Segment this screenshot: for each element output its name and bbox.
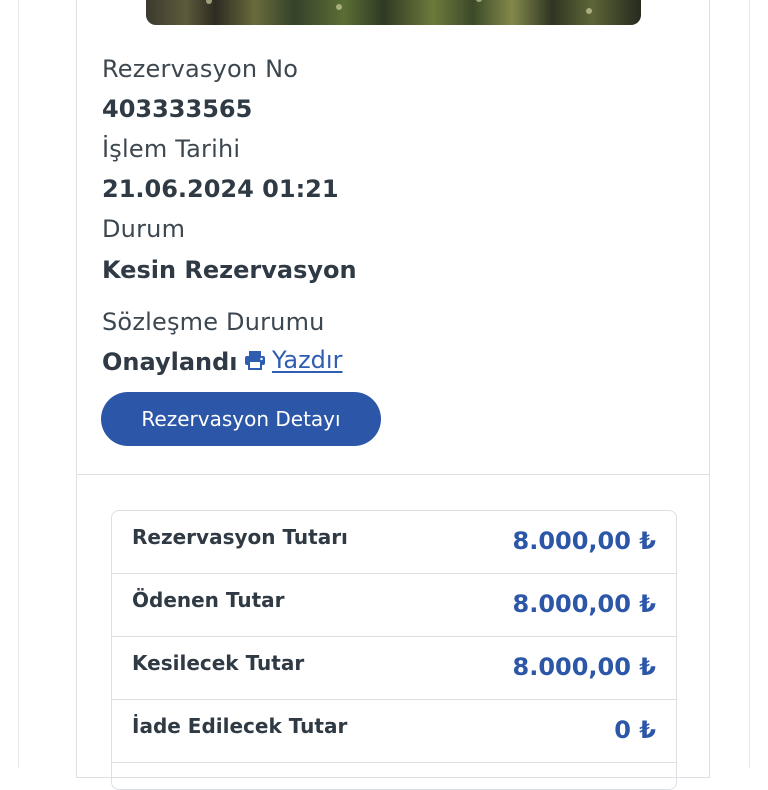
amount-label: Kesilecek Tutar bbox=[132, 651, 305, 675]
reservation-no-label: Rezervasyon No bbox=[102, 55, 299, 83]
transaction-date-value: 21.06.2024 01:21 bbox=[102, 175, 339, 203]
amounts-table: Rezervasyon Tutarı 8.000,00 ₺ Ödenen Tut… bbox=[111, 510, 677, 790]
hotel-photo bbox=[146, 0, 641, 25]
contract-status-label: Sözleşme Durumu bbox=[102, 308, 325, 336]
status-label: Durum bbox=[102, 215, 186, 243]
amount-value: 0 ₺ bbox=[614, 716, 656, 744]
page-border-right bbox=[749, 0, 750, 768]
section-divider bbox=[76, 474, 710, 475]
transaction-date-label: İşlem Tarihi bbox=[102, 135, 241, 163]
amount-value: 8.000,00 ₺ bbox=[512, 590, 656, 618]
status-value: Kesin Rezervasyon bbox=[102, 256, 357, 284]
amount-value: 8.000,00 ₺ bbox=[512, 527, 656, 555]
table-row: Rezervasyon Tutarı 8.000,00 ₺ bbox=[112, 511, 676, 574]
amount-value: 8.000,00 ₺ bbox=[512, 653, 656, 681]
table-row: Kesilecek Tutar 8.000,00 ₺ bbox=[112, 637, 676, 700]
print-link-label: Yazdır bbox=[272, 346, 343, 374]
amount-label: Ödenen Tutar bbox=[132, 588, 285, 612]
table-row: İade Edilecek Tutar 0 ₺ bbox=[112, 700, 676, 763]
page-border-left bbox=[18, 0, 19, 768]
contract-status-value: Onaylandı bbox=[102, 348, 238, 376]
printer-icon bbox=[244, 350, 266, 370]
table-row: Ödenen Tutar 8.000,00 ₺ bbox=[112, 574, 676, 637]
amount-label: Rezervasyon Tutarı bbox=[132, 525, 348, 549]
amount-label: İade Edilecek Tutar bbox=[132, 714, 348, 738]
print-link[interactable]: Yazdır bbox=[244, 346, 342, 374]
reservation-no-value: 403333565 bbox=[102, 95, 253, 123]
reservation-detail-button[interactable]: Rezervasyon Detayı bbox=[101, 392, 381, 446]
